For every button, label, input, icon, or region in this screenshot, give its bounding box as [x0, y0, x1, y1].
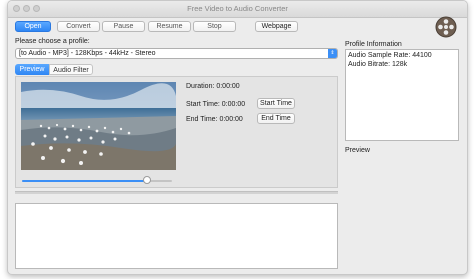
log-textarea[interactable]	[15, 203, 338, 269]
profile-info-box: Audio Sample Rate: 44100 Audio Bitrate: …	[345, 49, 459, 141]
chevron-updown-icon: ⇕	[328, 49, 337, 58]
profile-select-value: [to Audio - MP3] - 128Kbps - 44kHz - Ste…	[19, 50, 156, 57]
app-window: Free Video to Audio Converter Open Conve…	[7, 0, 468, 275]
webpage-button[interactable]: Webpage	[255, 21, 298, 32]
window-title: Free Video to Audio Converter	[187, 4, 288, 13]
profile-info-title: Profile Information	[345, 41, 402, 48]
end-time-label: End Time: 0:00:00	[186, 116, 243, 123]
resume-button[interactable]: Resume	[148, 21, 191, 32]
profile-label: Please choose a profile:	[15, 38, 90, 45]
video-preview-image	[21, 82, 176, 172]
pause-button[interactable]: Pause	[102, 21, 145, 32]
profile-select[interactable]: [to Audio - MP3] - 128Kbps - 44kHz - Ste…	[15, 48, 338, 59]
tab-audio-filter[interactable]: Audio Filter	[49, 64, 93, 75]
position-slider-track[interactable]	[22, 176, 172, 184]
divider	[15, 191, 338, 194]
position-slider-knob[interactable]	[143, 176, 151, 184]
info-line-bitrate: Audio Bitrate: 128k	[348, 61, 408, 68]
convert-button[interactable]: Convert	[57, 21, 100, 32]
title-bar: Free Video to Audio Converter	[8, 1, 467, 18]
tab-preview[interactable]: Preview	[15, 64, 49, 75]
end-time-button[interactable]: End Time	[257, 113, 295, 124]
open-button[interactable]: Open	[15, 21, 51, 32]
info-line-sample-rate: Audio Sample Rate: 44100	[348, 52, 432, 59]
duration-label: Duration: 0:00:00	[186, 83, 240, 90]
start-time-button[interactable]: Start Time	[257, 98, 295, 109]
film-reel-icon	[435, 16, 457, 40]
stop-button[interactable]: Stop	[193, 21, 236, 32]
start-time-label: Start Time: 0:00:00	[186, 101, 246, 108]
position-slider-fill	[22, 180, 147, 182]
preview-label: Preview	[345, 147, 370, 154]
